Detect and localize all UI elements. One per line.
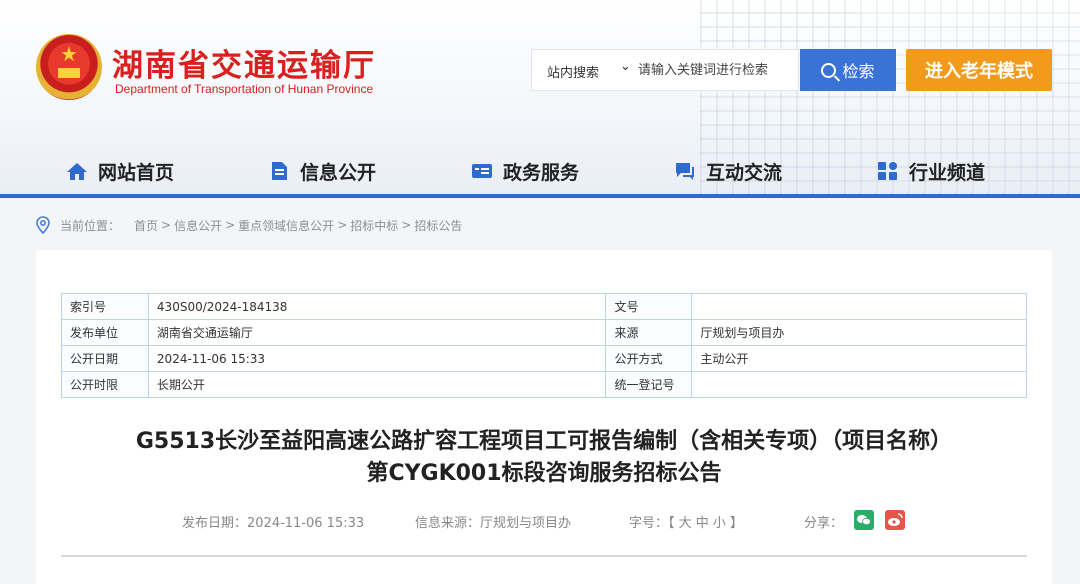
nav-item-label: 政务服务 (503, 161, 580, 184)
breadcrumb-separator: > (337, 218, 348, 232)
grid-icon (878, 162, 897, 180)
nav-item-label: 行业频道 (909, 161, 986, 184)
search-input[interactable] (638, 58, 788, 82)
nav-item-label: 互动交流 (706, 161, 783, 184)
font-size-control[interactable]: 字号：【 大 中 小 】 (629, 512, 743, 531)
site-subtitle: Department of Transportation of Hunan Pr… (115, 82, 374, 96)
main-nav: 网站首页 信息公开 政务服务 互动交流 行业频道 (0, 148, 1080, 194)
breadcrumb-link-info-disclosure[interactable]: 信息公开 (174, 217, 222, 234)
nav-item-home[interactable]: 网站首页 (66, 148, 174, 194)
meta-value: 湖南省交通运输厅 (147, 319, 607, 346)
table-row: 索引号 430S00/2024-184138 文号 (61, 293, 1027, 320)
chevron-down-icon[interactable]: ⌄ (620, 59, 631, 74)
home-icon (67, 163, 87, 180)
meta-value: 430S00/2024-184138 (147, 293, 607, 320)
info-source: 信息来源：厅规划与项目办 (415, 516, 572, 531)
meta-value: 厅规划与项目办 (691, 319, 1027, 346)
nav-item-label: 信息公开 (300, 161, 377, 184)
nav-item-gov-services[interactable]: 政务服务 (471, 148, 579, 194)
meta-key: 发布单位 (61, 319, 149, 346)
search-button[interactable]: 检索 (800, 49, 896, 91)
breadcrumb-link-key-areas[interactable]: 重点领域信息公开 (238, 217, 334, 234)
breadcrumb: 当前位置： 首页 > 信息公开 > 重点领域信息公开 > 招标中标 > 招标公告 (36, 214, 462, 236)
wechat-icon[interactable] (854, 510, 874, 530)
search-button-label: 检索 (842, 64, 875, 81)
breadcrumb-separator: > (401, 218, 412, 232)
nav-underline (0, 194, 1080, 198)
article-title-line: G5513长沙至益阳高速公路扩容工程项目工可报告编制（含相关专项）（项目名称） (135, 429, 953, 454)
meta-value: 主动公开 (691, 345, 1027, 372)
nav-item-interaction[interactable]: 互动交流 (674, 148, 782, 194)
breadcrumb-separator: > (161, 218, 172, 232)
search-icon (821, 62, 837, 78)
meta-key: 来源 (605, 319, 693, 346)
meta-value: 2024-11-06 15:33 (147, 345, 607, 372)
meta-key: 公开时限 (61, 371, 149, 398)
share-label: 分享： (804, 516, 844, 531)
service-card-icon (472, 164, 492, 178)
nav-item-industry-channel[interactable]: 行业频道 (877, 148, 985, 194)
breadcrumb-link-bidding[interactable]: 招标中标 (350, 217, 398, 234)
national-emblem-icon: ★ (36, 34, 102, 100)
meta-key: 文号 (605, 293, 693, 320)
search-scope-select[interactable]: 站内搜索 (547, 62, 599, 81)
site-title[interactable]: 湖南省交通运输厅 (112, 40, 376, 85)
nav-item-label: 网站首页 (98, 161, 175, 184)
table-row: 公开时限 长期公开 统一登记号 (61, 371, 1027, 398)
breadcrumb-link-bid-notice[interactable]: 招标公告 (414, 217, 462, 234)
meta-key: 公开方式 (605, 345, 693, 372)
meta-value (691, 371, 1027, 398)
search-box: 站内搜索 ⌄ (531, 49, 799, 91)
meta-key: 公开日期 (61, 345, 149, 372)
breadcrumb-separator: > (225, 218, 236, 232)
meta-key: 索引号 (61, 293, 149, 320)
table-row: 公开日期 2024-11-06 15:33 公开方式 主动公开 (61, 345, 1027, 372)
meta-key: 统一登记号 (605, 371, 693, 398)
publish-date: 发布日期：2024-11-06 15:33 (182, 516, 365, 531)
location-pin-icon (36, 216, 50, 234)
article-card: 索引号 430S00/2024-184138 文号 发布单位 湖南省交通运输厅 … (36, 250, 1052, 584)
table-row: 发布单位 湖南省交通运输厅 来源 厅规划与项目办 (61, 319, 1027, 346)
article-title: G5513长沙至益阳高速公路扩容工程项目工可报告编制（含相关专项）（项目名称） … (56, 426, 1032, 490)
breadcrumb-link-home[interactable]: 首页 (134, 217, 158, 234)
metadata-table: 索引号 430S00/2024-184138 文号 发布单位 湖南省交通运输厅 … (61, 293, 1027, 398)
article-title-line: 第CYGK001标段咨询服务招标公告 (366, 461, 722, 486)
meta-value (691, 293, 1027, 320)
divider (61, 555, 1027, 557)
document-icon (272, 162, 287, 180)
weibo-icon[interactable] (885, 510, 905, 530)
breadcrumb-prefix: 当前位置： (60, 218, 121, 233)
meta-value: 长期公开 (147, 371, 607, 398)
elder-mode-button[interactable]: 进入老年模式 (906, 49, 1052, 91)
site-header: ★ 湖南省交通运输厅 Department of Transportation … (0, 0, 1080, 196)
article-info-bar: 发布日期：2024-11-06 15:33 信息来源：厅规划与项目办 字号：【 … (36, 510, 1052, 532)
chat-icon (676, 163, 694, 180)
nav-item-info-disclosure[interactable]: 信息公开 (268, 148, 376, 194)
